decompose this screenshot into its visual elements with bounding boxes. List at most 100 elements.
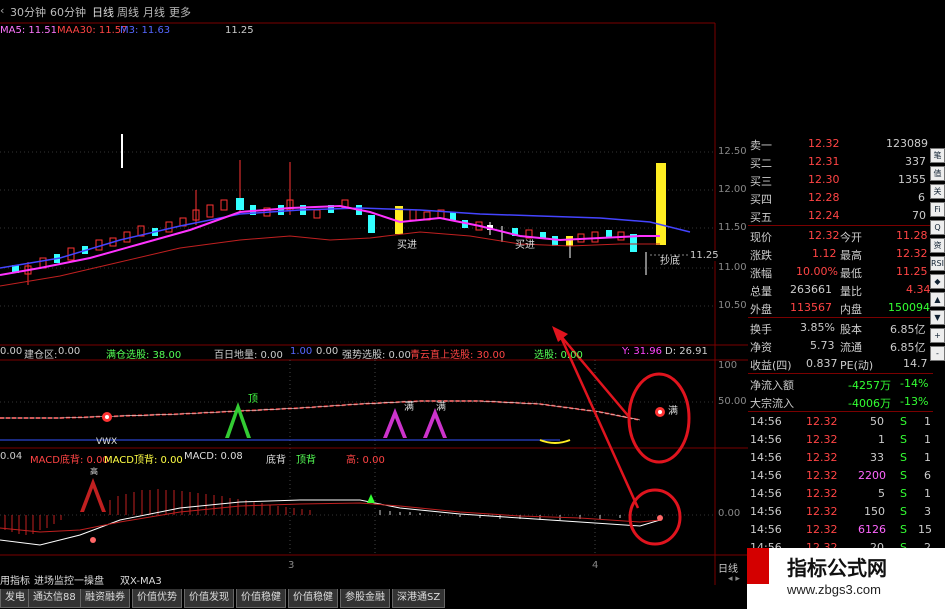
blue-val: 0.00 xyxy=(316,346,339,357)
quote-panel: 卖一 12.32 123089 买二 12.31 337 买三 12.30 13… xyxy=(748,132,933,554)
macd-dibei-value: MACD底背: 0.00 xyxy=(30,455,109,466)
vxw-label: VWX xyxy=(96,437,118,447)
full-signal-label: 满 xyxy=(668,406,678,417)
price-axis-label: 11.00 xyxy=(718,262,747,273)
quote-row: 涨跌 1.12 最高 12.32 xyxy=(750,247,928,262)
tab-daily[interactable]: 日线 xyxy=(92,4,114,20)
period-toolbar: ‹ 30分钟 60分钟 日线 周线 月线 更多 xyxy=(0,0,540,22)
macd-axis-label: 0.00 xyxy=(718,508,741,519)
related-icon[interactable]: 关 xyxy=(930,184,945,199)
top-signal-label: 顶 xyxy=(248,394,258,405)
buy-signal-label: 买进 xyxy=(397,240,417,251)
zoom-in-icon[interactable]: + xyxy=(930,328,945,343)
ma30-value: MAA30: 11.57 xyxy=(57,25,128,36)
zoom-out-icon[interactable]: - xyxy=(930,346,945,361)
quote-row: 涨幅 10.00% 最低 11.25 xyxy=(750,265,928,280)
tab-30min[interactable]: 30分钟 xyxy=(10,4,46,20)
logo-accent xyxy=(747,548,769,584)
d-value: D: 26.91 xyxy=(665,346,708,357)
full-signal-label: 满 xyxy=(404,402,414,413)
chart-canvas[interactable] xyxy=(0,0,748,585)
x-axis-label: 4 xyxy=(592,560,599,571)
bairi-value: 百日地量: 0.00 xyxy=(214,350,283,361)
order-book-row: 卖一 12.32 123089 xyxy=(750,137,928,152)
info-icon[interactable]: 资 xyxy=(930,238,945,253)
macd-legend: 0.04 MACD底背: 0.00 MACD顶背: 0.00 MACD: 0.0… xyxy=(0,451,715,466)
blue-value: 1.00 xyxy=(290,346,313,357)
stats-row: 净资 5.73 流通 6.85亿 xyxy=(750,339,926,354)
tick-row: 14:56 12.32 150 S 3 xyxy=(750,505,931,518)
watermark-url: www.zbgs3.com xyxy=(787,582,881,597)
price-axis-label: 10.50 xyxy=(718,300,747,311)
ma3-value: M3: 11.63 xyxy=(120,25,171,36)
macd-value: MACD: 0.08 xyxy=(184,451,243,462)
macd-di-label: 底背 xyxy=(266,455,286,466)
buy-signal-label: 买进 xyxy=(515,240,535,251)
macd-ding-label: 顶背 xyxy=(296,455,316,466)
value-icon[interactable]: 值 xyxy=(930,166,945,181)
tab-value-find[interactable]: 价值发现 xyxy=(184,589,234,608)
x-axis-label: 3 xyxy=(288,560,295,571)
tick-row: 14:56 12.32 6126 S 15 xyxy=(750,523,932,536)
side-toolbar: 笔 值 关 Fi Q 资 RSI ◆ ▲ ▼ + - xyxy=(930,148,945,558)
jiancang-value: 0.00 xyxy=(58,346,81,357)
tab-value-adv[interactable]: 价值优势 xyxy=(132,589,182,608)
tab-value-stable-2[interactable]: 价值稳健 xyxy=(288,589,338,608)
tab-finance[interactable]: 参股金融 xyxy=(340,589,390,608)
tab-more[interactable]: 更多 xyxy=(169,4,191,20)
ind-value-a: 0.00 xyxy=(0,346,23,357)
tab-60min[interactable]: 60分钟 xyxy=(50,4,86,20)
oscillator-line xyxy=(0,400,641,421)
tab-monthly[interactable]: 月线 xyxy=(143,4,165,20)
osc-axis-label: 100 xyxy=(718,360,738,371)
tab-weekly[interactable]: 周线 xyxy=(117,4,139,20)
qingyun-value: 青云直上选股: 30.00 xyxy=(410,350,506,361)
bottom-tab-bar: 发电 通达信88 融资融券 价值优势 价值发现 价值稳健 价值稳健 参股金融 深… xyxy=(0,585,748,609)
flow-row: 大宗流入 -4006万 -13% xyxy=(750,395,929,410)
candlesticks xyxy=(12,134,666,285)
scroll-arrows-icon[interactable]: ◂ ▸ xyxy=(728,574,746,584)
price-tag: 11.25 xyxy=(690,250,719,261)
back-arrow-icon[interactable]: ‹ xyxy=(0,4,4,17)
quote-row: 现价 12.32 今开 11.28 xyxy=(750,229,928,244)
ma-legend: MA5: 11.51 MAA30: 11.57 M3: 11.63 11.25 xyxy=(0,24,540,40)
down-arrow-icon[interactable]: ▼ xyxy=(930,310,945,325)
rsi-icon[interactable]: RSI xyxy=(930,256,945,271)
macd-dif-line xyxy=(0,499,661,546)
price-axis-label: 12.00 xyxy=(718,184,747,195)
tick-row: 14:56 12.32 2200 S 6 xyxy=(750,469,931,482)
tab-margin[interactable]: 融资融券 xyxy=(80,589,130,608)
quote-row: 外盘 113567 内盘 150094 xyxy=(750,301,930,316)
tab-szhk[interactable]: 深港通SZ xyxy=(392,589,446,608)
tab-value-stable[interactable]: 价值稳健 xyxy=(236,589,286,608)
finance-icon[interactable]: Fi xyxy=(930,202,945,217)
pen-icon[interactable]: 笔 xyxy=(930,148,945,163)
tab-tdx88[interactable]: 通达信88 xyxy=(28,589,81,608)
full-signal-label: 满 xyxy=(436,402,446,413)
tick-row: 14:56 12.32 33 S 1 xyxy=(750,451,931,464)
order-book-row: 买四 12.28 6 xyxy=(750,191,925,206)
watermark-logo: 指标公式网 www.zbgs3.com xyxy=(747,548,945,609)
mancang-value: 满仓选股: 38.00 xyxy=(106,350,182,361)
macd-high-label: 高 xyxy=(90,467,98,476)
period-indicator[interactable]: 日线 xyxy=(718,560,738,575)
order-book-row: 买二 12.31 337 xyxy=(750,155,926,170)
query-icon[interactable]: Q xyxy=(930,220,945,235)
order-book-row: 买三 12.30 1355 xyxy=(750,173,926,188)
macd-a-value: 0.04 xyxy=(0,451,23,462)
tab-power[interactable]: 发电 xyxy=(0,589,30,608)
up-arrow-icon[interactable]: ▲ xyxy=(930,292,945,307)
buy-signal-label: 抄底 xyxy=(660,256,680,267)
stats-row: 换手 3.85% 股本 6.85亿 xyxy=(750,321,926,336)
cursor-value: 11.25 xyxy=(225,25,254,36)
price-axis-label: 12.50 xyxy=(718,146,747,157)
diamond-icon[interactable]: ◆ xyxy=(930,274,945,289)
tick-row: 14:56 12.32 5 S 1 xyxy=(750,487,931,500)
ma5-value: MA5: 11.51 xyxy=(0,25,58,36)
flow-row: 净流入额 -4257万 -14% xyxy=(750,377,929,392)
price-axis-label: 11.50 xyxy=(718,222,747,233)
watermark-title: 指标公式网 xyxy=(787,556,887,580)
quote-row: 总量 263661 量比 4.34 xyxy=(750,283,931,298)
order-book-row: 买五 12.24 70 xyxy=(750,209,926,224)
qiangshi-value: 强势选股: 0.00 xyxy=(342,350,411,361)
